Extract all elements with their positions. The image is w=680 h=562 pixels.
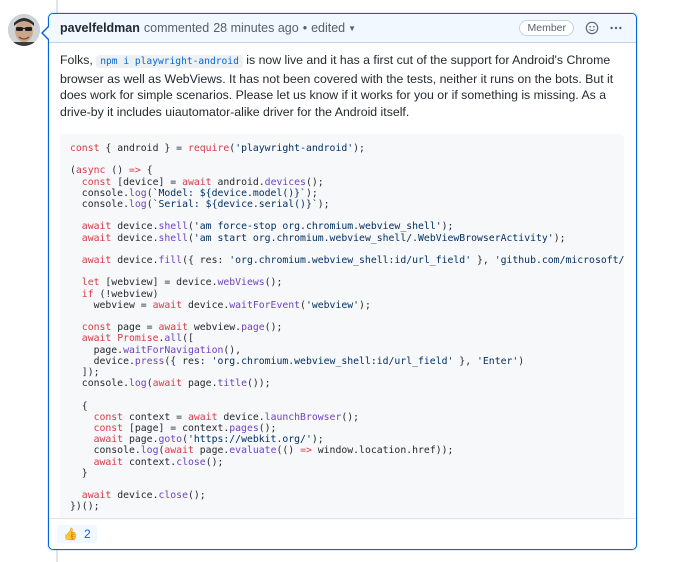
code-line: console.log(`Serial: ${device.serial()}`… [70, 199, 330, 210]
code-line: await device.close(); [81, 490, 206, 502]
comment-card: pavelfeldman commented 28 minutes ago • … [41, 13, 637, 550]
avatar-image [8, 14, 40, 46]
code-line: page.waitForNavigation(), [70, 344, 242, 356]
code-line: console.log(await page.evaluate(() => wi… [70, 445, 454, 457]
inline-code: npm i playwright-android [96, 55, 243, 68]
comment-text: Folks, npm i playwright-android is now l… [60, 52, 624, 120]
avatar[interactable] [8, 14, 40, 46]
code-line: await Promise.all([ [81, 333, 194, 345]
comment-timestamp[interactable]: 28 minutes ago [213, 21, 298, 35]
code-line: await page.goto('https://webkit.org/'); [93, 434, 324, 446]
member-badge: Member [519, 20, 574, 36]
author-link[interactable]: pavelfeldman [60, 21, 140, 35]
reaction-count: 2 [83, 527, 91, 541]
header-separator: • [302, 21, 308, 35]
edited-dropdown[interactable]: edited ▼ [311, 21, 356, 35]
edited-label: edited [311, 21, 346, 35]
code-line: device.press({ res: 'org.chromium.webvie… [70, 355, 525, 367]
more-options-button[interactable] [606, 18, 626, 38]
comment-body: Folks, npm i playwright-android is now l… [49, 43, 636, 520]
code-line: const context = await device.launchBrows… [93, 411, 360, 423]
smiley-icon [585, 21, 599, 35]
code-line: await device.shell('am start org.chromiu… [81, 232, 566, 244]
reactions-bar: 👍 2 [49, 518, 636, 549]
code-line: if (!webview) [81, 288, 159, 300]
code-line: console.log(`Model: ${device.model()}`); [70, 187, 318, 199]
text-before-code: Folks, [60, 53, 93, 67]
code-line: await device.shell('am force-stop org.ch… [81, 221, 454, 233]
comment-header: pavelfeldman commented 28 minutes ago • … [49, 14, 636, 43]
comment-action: commented [143, 21, 210, 35]
code-line: await context.close(); [93, 456, 224, 468]
code-block: const { android } = require('playwright-… [60, 134, 624, 520]
add-reaction-button[interactable] [582, 18, 602, 38]
code-line: } [70, 467, 88, 479]
reaction-thumbs-up[interactable]: 👍 2 [57, 525, 97, 543]
code-line: const page = await webview.page(); [81, 322, 283, 334]
code-line: (async () => { [70, 165, 153, 177]
code-line: const { android } = require('playwright-… [70, 143, 365, 154]
kebab-horizontal-icon [610, 26, 622, 30]
code-line: webview = await device.waitForEvent('web… [70, 299, 371, 311]
code-line: let [webview] = device.webViews(); [81, 277, 283, 289]
code-line: })(); [70, 501, 100, 513]
code-line: const [page] = context.pages(); [93, 422, 277, 434]
code-line: { [70, 400, 88, 412]
chevron-down-icon: ▼ [348, 23, 357, 33]
code-line: await device.fill({ res: 'org.chromium.w… [81, 254, 624, 266]
code-line: const [device] = await android.devices()… [81, 176, 324, 188]
code-line: ]); [70, 366, 100, 378]
thumbs-up-icon: 👍 [63, 527, 78, 541]
code-line: console.log(await page.title()); [70, 378, 271, 390]
